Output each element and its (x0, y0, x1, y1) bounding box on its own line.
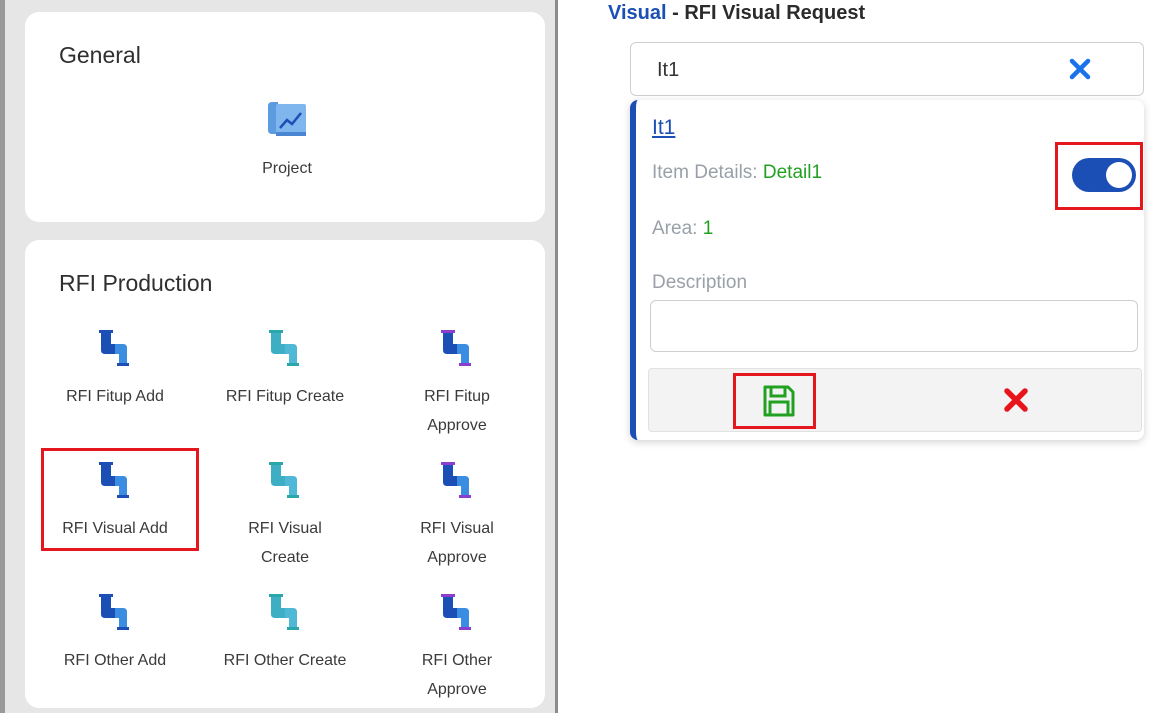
rfi-tile-rfi-visual-create[interactable]: RFI Visual Create (223, 460, 347, 572)
area-label: Area: (652, 218, 703, 239)
project-chart-icon (225, 100, 349, 150)
rfi-production-section-title: RFI Production (59, 270, 213, 296)
save-button-highlight (733, 373, 816, 429)
rfi-tile-rfi-other-approve[interactable]: RFI Other Approve (395, 592, 519, 704)
action-bar (648, 368, 1142, 432)
rfi-tile-label: RFI Other Add (63, 652, 167, 669)
item-details-value: Detail1 (762, 162, 823, 183)
page-title: Visual - RFI Visual Request (608, 0, 865, 26)
pipe-icon-create (223, 328, 347, 378)
search-input-value: It1 (657, 59, 680, 81)
left-panel: General Project RFI Production RFI Fitup… (0, 0, 558, 713)
close-icon (1004, 388, 1028, 412)
pipe-icon-approve (395, 592, 519, 642)
pipe-icon-create (223, 592, 347, 642)
rfi-tile-label: RFI Fitup Create (225, 388, 345, 405)
project-tile-label: Project (262, 160, 312, 177)
rfi-tile-rfi-fitup-create[interactable]: RFI Fitup Create (223, 328, 347, 411)
item-search-input[interactable]: It1 (630, 42, 1144, 96)
close-icon (1069, 58, 1091, 80)
project-tile[interactable]: Project (225, 100, 349, 183)
pipe-icon-approve (395, 328, 519, 378)
rfi-tile-label: RFI Visual Approve (420, 520, 494, 566)
rfi-tile-label: RFI Visual Create (248, 520, 322, 566)
general-card: General Project (25, 12, 545, 222)
rfi-tile-rfi-fitup-approve[interactable]: RFI Fitup Approve (395, 328, 519, 440)
area-value: 1 (702, 218, 714, 239)
rfi-visual-add-highlight (41, 448, 199, 551)
clear-search-button[interactable] (1067, 56, 1093, 82)
item-details-row: Item Details: Detail1 (652, 162, 822, 184)
description-input[interactable] (650, 300, 1138, 352)
rfi-tile-label: RFI Other Approve (421, 652, 493, 698)
rfi-tile-rfi-visual-approve[interactable]: RFI Visual Approve (395, 460, 519, 572)
item-name-link[interactable]: It1 (652, 116, 675, 140)
breadcrumb-visual-link[interactable]: Visual (608, 2, 667, 24)
page-title-text: - RFI Visual Request (666, 2, 866, 24)
pipe-icon-create (223, 460, 347, 510)
area-row: Area: 1 (652, 218, 713, 240)
description-label: Description (652, 272, 748, 293)
pipe-icon-approve (395, 460, 519, 510)
rfi-tile-rfi-other-add[interactable]: RFI Other Add (53, 592, 177, 675)
cancel-button[interactable] (1001, 385, 1031, 415)
general-section-title: General (59, 42, 141, 68)
rfi-tile-rfi-other-create[interactable]: RFI Other Create (223, 592, 347, 675)
pipe-icon-add (53, 328, 177, 378)
rfi-tile-label: RFI Fitup Approve (424, 388, 490, 434)
pipe-icon-add (53, 592, 177, 642)
item-details-label: Item Details: (652, 162, 763, 183)
right-panel: Visual - RFI Visual Request It1 It1 Item… (558, 0, 1168, 713)
rfi-tile-rfi-fitup-add[interactable]: RFI Fitup Add (53, 328, 177, 411)
rfi-tile-label: RFI Fitup Add (66, 388, 164, 405)
toggle-highlight (1055, 142, 1143, 210)
rfi-tile-label: RFI Other Create (223, 652, 347, 669)
